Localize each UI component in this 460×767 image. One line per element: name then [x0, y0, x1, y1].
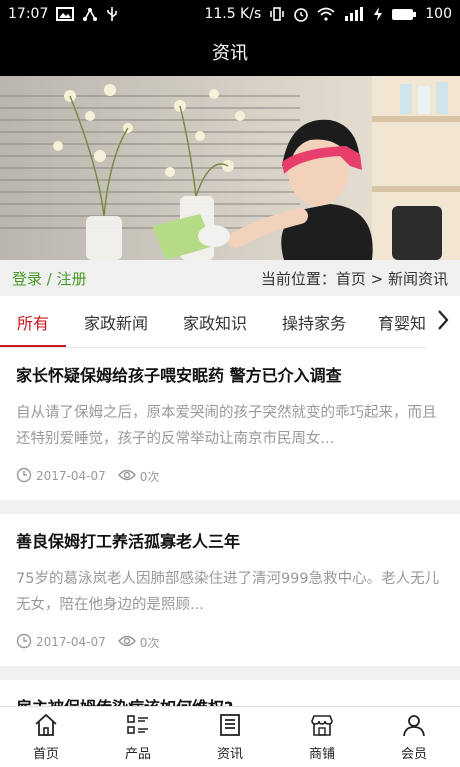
- page-title: 资讯: [0, 28, 460, 76]
- home-icon: [33, 713, 59, 741]
- breadcrumb: 当前位置：首页 > 新闻资讯: [260, 269, 448, 288]
- article-date: 2017-04-07: [36, 635, 106, 649]
- nav-products[interactable]: 产品: [92, 707, 184, 767]
- article-summary: 自从请了保姆之后，原本爱哭闹的孩子突然就变的乖巧起来，而且还特别爱睡觉，孩子的反…: [16, 405, 437, 447]
- article-title[interactable]: 家长怀疑保姆给孩子喂安眠药 警方已介入调查: [16, 348, 444, 392]
- login-register-link[interactable]: 登录 / 注册: [12, 268, 87, 289]
- tab-housekeeping-news[interactable]: 家政新闻: [66, 296, 166, 347]
- article-views: 0次: [139, 635, 160, 650]
- nav-member-label: 会员: [400, 746, 427, 762]
- signal-icon: [343, 7, 365, 21]
- usb-icon: [106, 6, 118, 22]
- article-meta: 2017-04-07 0次: [16, 632, 444, 652]
- article-item[interactable]: 雇主被保姆传染病该如何维权?: [0, 680, 460, 706]
- grid-list-icon: [125, 713, 151, 741]
- clock-icon: [16, 467, 32, 486]
- location-bar: 登录 / 注册 当前位置：首页 > 新闻资讯: [0, 260, 460, 296]
- news-icon: [217, 713, 243, 741]
- article-item[interactable]: 家长怀疑保姆给孩子喂安眠药 警方已介入调查 自从请了保姆之后，原本爱哭闹的孩子突…: [0, 348, 460, 486]
- tab-parenting-knowledge[interactable]: 育婴知: [364, 296, 434, 347]
- article-title[interactable]: 雇主被保姆传染病该如何维权?: [16, 680, 444, 706]
- tab-scroll-right-button[interactable]: [426, 296, 460, 348]
- charging-icon: [373, 7, 383, 21]
- divider: [0, 666, 460, 680]
- article-list: 家长怀疑保姆给孩子喂安眠药 警方已介入调查 自从请了保姆之后，原本爱哭闹的孩子突…: [0, 348, 460, 706]
- divider: [0, 500, 460, 514]
- status-time: 17:07: [8, 6, 49, 22]
- user-icon: [401, 713, 427, 741]
- article-summary: 75岁的葛泳岚老人因肺部感染住进了清河999急救中心。老人无儿无女，陪在他身边的…: [16, 571, 440, 613]
- nav-products-label: 产品: [124, 746, 151, 762]
- article-views: 0次: [139, 469, 160, 484]
- wifi-icon: [317, 7, 335, 21]
- nav-home-label: 首页: [32, 746, 59, 762]
- network-speed: 11.5 K/s: [204, 6, 262, 22]
- nav-news-label: 资讯: [216, 746, 243, 762]
- share-icon: [82, 6, 98, 22]
- eye-icon: [117, 634, 136, 651]
- clock-icon: [16, 633, 32, 652]
- article-meta: 2017-04-07 0次: [16, 466, 444, 486]
- nav-member[interactable]: 会员: [368, 707, 460, 767]
- article-title[interactable]: 善良保姆打工养活孤寡老人三年: [16, 514, 444, 558]
- alarm-icon: [293, 6, 309, 22]
- tab-housework[interactable]: 操持家务: [264, 296, 364, 347]
- eye-icon: [117, 468, 136, 485]
- vibrate-icon: [269, 6, 285, 22]
- banner-image[interactable]: [0, 76, 460, 260]
- tab-housekeeping-knowledge[interactable]: 家政知识: [166, 296, 264, 347]
- article-item[interactable]: 善良保姆打工养活孤寡老人三年 75岁的葛泳岚老人因肺部感染住进了清河999急救中…: [0, 514, 460, 652]
- category-tabs: 所有 家政新闻 家政知识 操持家务 育婴知: [0, 296, 460, 348]
- shop-icon: [309, 713, 335, 741]
- bottom-nav: 首页 产品 资讯 商铺 会员: [0, 706, 460, 767]
- battery-icon: [391, 8, 417, 21]
- nav-shops-label: 商铺: [308, 746, 335, 762]
- status-bar: 17:07 11.5 K/s 100: [0, 0, 460, 28]
- article-date: 2017-04-07: [36, 469, 106, 483]
- nav-shops[interactable]: 商铺: [276, 707, 368, 767]
- battery-level: 100: [425, 6, 452, 22]
- tab-all[interactable]: 所有: [0, 296, 66, 347]
- nav-home[interactable]: 首页: [0, 707, 92, 767]
- chevron-right-icon: [436, 309, 450, 335]
- image-icon: [56, 7, 75, 21]
- nav-news[interactable]: 资讯: [184, 707, 276, 767]
